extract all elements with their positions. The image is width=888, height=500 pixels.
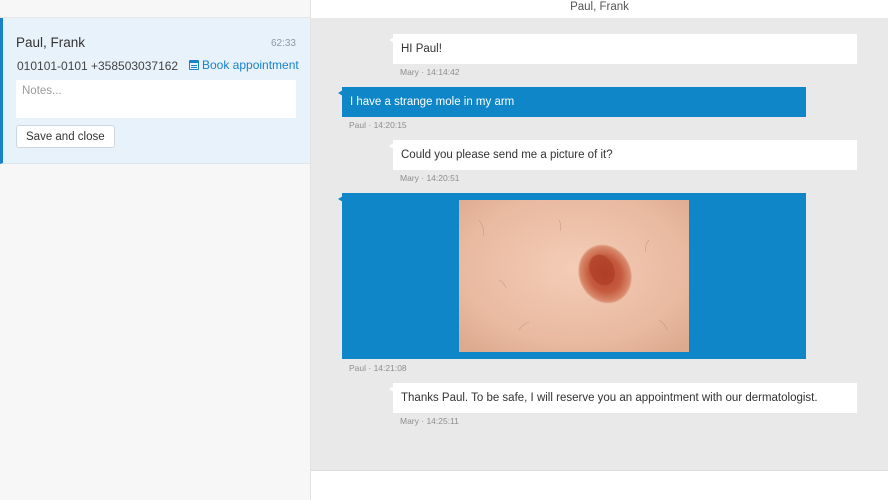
message-text: I have a strange mole in my arm xyxy=(350,96,515,108)
message-text: Thanks Paul. To be safe, I will reserve … xyxy=(401,392,818,404)
image-message-bubble[interactable] xyxy=(338,193,806,359)
patient-phone: +358503037162 xyxy=(91,59,179,73)
book-appointment-link[interactable]: Book appointment xyxy=(189,58,299,72)
save-and-close-button[interactable]: Save and close xyxy=(16,125,115,148)
book-appointment-label: Book appointment xyxy=(202,58,299,72)
calendar-icon xyxy=(189,60,199,70)
message-meta: Mary · 14:25:11 xyxy=(400,416,459,426)
mole-photo[interactable] xyxy=(459,200,689,352)
message-meta: Mary · 14:14:42 xyxy=(400,67,460,77)
chat-messages[interactable]: HI Paul! Mary · 14:14:42 I have a strang… xyxy=(311,18,888,470)
message-bubble: I have a strange mole in my arm xyxy=(338,87,806,117)
message-compose-area[interactable] xyxy=(311,470,888,500)
message-bubble: Could you please send me a picture of it… xyxy=(389,140,857,170)
session-timer: 62:33 xyxy=(270,38,296,49)
message-bubble: HI Paul! xyxy=(389,34,857,64)
chat-title: Paul, Frank xyxy=(570,1,629,13)
message-meta: Paul · 14:20:15 xyxy=(349,120,407,130)
notes-input[interactable] xyxy=(16,80,296,118)
patient-list-panel: Paul, Frank 62:33 010101-0101 +358503037… xyxy=(0,0,311,500)
patient-id: 010101-0101 xyxy=(17,59,88,73)
message-meta: Mary · 14:20:51 xyxy=(400,173,460,183)
patient-card[interactable]: Paul, Frank 62:33 010101-0101 +358503037… xyxy=(0,18,310,164)
patient-list-header xyxy=(0,0,310,18)
message-text: HI Paul! xyxy=(401,43,442,55)
patient-name: Paul, Frank xyxy=(16,35,86,50)
message-text: Could you please send me a picture of it… xyxy=(401,149,613,161)
chat-header: Paul, Frank xyxy=(311,0,888,18)
message-meta: Paul · 14:21:08 xyxy=(349,363,407,373)
message-bubble: Thanks Paul. To be safe, I will reserve … xyxy=(389,383,857,413)
